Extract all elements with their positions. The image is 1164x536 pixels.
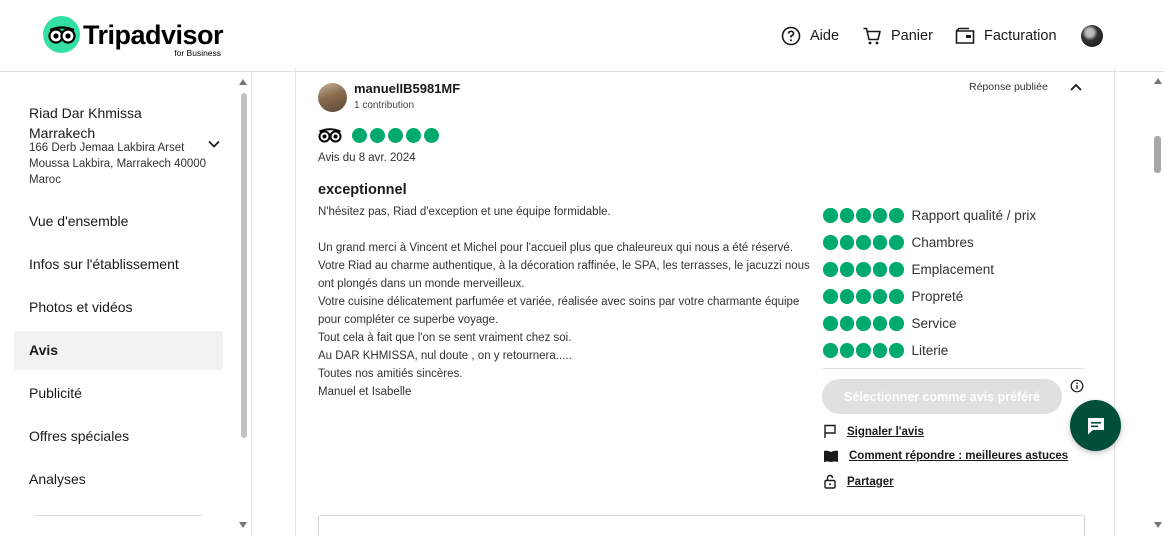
sub-rating-row: Propreté xyxy=(823,283,1036,310)
sub-rating-label: Literie xyxy=(911,343,949,358)
sidebar-divider xyxy=(34,515,202,516)
main-scroll-down-arrow[interactable] xyxy=(1154,522,1162,528)
response-status: Réponse publiée xyxy=(969,81,1048,93)
reply-tips-label: Comment répondre : meilleures astuces xyxy=(849,450,1069,462)
sidebar-scrollbar-thumb[interactable] xyxy=(241,93,247,438)
help-circle-icon xyxy=(781,26,801,46)
sub-rating-label: Chambres xyxy=(911,235,974,250)
sidebar-item-advertising[interactable]: Publicité xyxy=(14,374,223,413)
tripadvisor-owl-icon xyxy=(318,128,342,143)
share-label: Partager xyxy=(847,475,894,488)
rating-bubbles xyxy=(823,235,904,250)
sidebar-item-special-offers[interactable]: Offres spéciales xyxy=(14,417,223,456)
business-name[interactable]: Riad Dar Khmissa Marrakech xyxy=(29,103,209,143)
sub-rating-label: Rapport qualité / prix xyxy=(911,208,1037,223)
sub-rating-row: Service xyxy=(823,310,1036,337)
sub-rating-label: Propreté xyxy=(911,289,964,304)
sub-rating-row: Literie xyxy=(823,337,1036,364)
info-icon[interactable] xyxy=(1070,379,1084,393)
chat-button[interactable] xyxy=(1070,400,1121,451)
ratings-divider xyxy=(823,368,1084,369)
overall-rating-bubbles xyxy=(352,128,439,143)
flag-icon xyxy=(824,424,836,438)
reply-tips-link[interactable]: Comment répondre : meilleures astuces xyxy=(823,449,1068,463)
main-scroll-up-arrow[interactable] xyxy=(1154,78,1162,84)
review-title: exceptionnel xyxy=(318,182,407,198)
rating-bubble xyxy=(406,128,421,143)
nav-cart-label: Panier xyxy=(891,28,933,44)
profile-avatar[interactable] xyxy=(1081,25,1103,47)
nav-help[interactable]: Aide xyxy=(781,26,839,46)
rating-bubble xyxy=(424,128,439,143)
rating-bubble xyxy=(352,128,367,143)
review-text: N'hésitez pas, Riad d'exception et une é… xyxy=(318,206,810,398)
chevron-up-icon[interactable] xyxy=(1068,80,1084,94)
sidebar-item-analytics[interactable]: Analyses xyxy=(14,460,223,499)
nav-billing[interactable]: Facturation xyxy=(955,26,1057,46)
reviewer-contributions: 1 contribution xyxy=(354,100,415,111)
sidebar: Riad Dar Khmissa Marrakech 166 Derb Jema… xyxy=(0,73,252,536)
rating-bubble xyxy=(388,128,403,143)
cart-icon xyxy=(863,27,881,45)
rating-bubble xyxy=(370,128,385,143)
share-link[interactable]: Partager xyxy=(823,474,894,489)
nav-cart[interactable]: Panier xyxy=(862,26,933,46)
reply-textarea[interactable] xyxy=(318,515,1085,536)
business-address: 166 Derb Jemaa Lakbira Arset Moussa Lakb… xyxy=(29,142,207,186)
owl-logo-icon xyxy=(43,16,80,53)
reviewer-avatar[interactable] xyxy=(318,83,347,112)
lock-share-icon xyxy=(824,474,836,489)
nav-help-label: Aide xyxy=(810,28,840,44)
billing-folder-icon xyxy=(955,27,975,44)
sub-rating-row: Emplacement xyxy=(823,256,1036,283)
sidebar-item-reviews[interactable]: Avis xyxy=(14,331,223,370)
report-review-link[interactable]: Signaler l'avis xyxy=(823,424,924,439)
logo-wordmark: Tripadvisor xyxy=(83,19,224,50)
rating-bubbles xyxy=(823,208,904,223)
rating-bubbles xyxy=(823,289,904,304)
sub-rating-row: Rapport qualité / prix xyxy=(823,202,1036,229)
sidebar-item-photos[interactable]: Photos et vidéos xyxy=(14,288,223,327)
book-icon xyxy=(824,450,838,462)
chevron-down-icon[interactable] xyxy=(207,137,221,151)
reviewer-username[interactable]: manuelIB5981MF xyxy=(354,81,460,96)
sub-rating-row: Chambres xyxy=(823,229,1036,256)
sub-ratings: Rapport qualité / prix Chambres Emplacem… xyxy=(823,202,1036,364)
sidebar-item-property-info[interactable]: Infos sur l'établissement xyxy=(14,245,223,284)
top-header: Tripadvisor for Business Aide Panier Fac… xyxy=(0,0,1164,72)
sidebar-item-overview[interactable]: Vue d'ensemble xyxy=(14,202,223,241)
sidebar-scroll-down-arrow[interactable] xyxy=(239,522,247,528)
chat-bubble-icon xyxy=(1087,417,1104,434)
tripadvisor-logo[interactable]: Tripadvisor for Business xyxy=(43,16,224,58)
nav-billing-label: Facturation xyxy=(984,28,1057,44)
rating-bubbles xyxy=(823,262,904,277)
sub-rating-label: Service xyxy=(911,316,957,331)
report-review-label: Signaler l'avis xyxy=(847,425,924,438)
select-preferred-review-button[interactable]: Sélectionner comme avis préféré xyxy=(822,379,1062,414)
rating-bubbles xyxy=(823,343,904,358)
main-scrollbar-thumb[interactable] xyxy=(1154,136,1161,173)
review-body: N'hésitez pas, Riad d'exception et une é… xyxy=(318,203,818,401)
sidebar-scroll-up-arrow[interactable] xyxy=(239,79,247,85)
review-date: Avis du 8 avr. 2024 xyxy=(318,152,416,164)
sub-rating-label: Emplacement xyxy=(911,262,995,277)
logo-subtitle: for Business xyxy=(174,47,222,58)
rating-bubbles xyxy=(823,316,904,331)
